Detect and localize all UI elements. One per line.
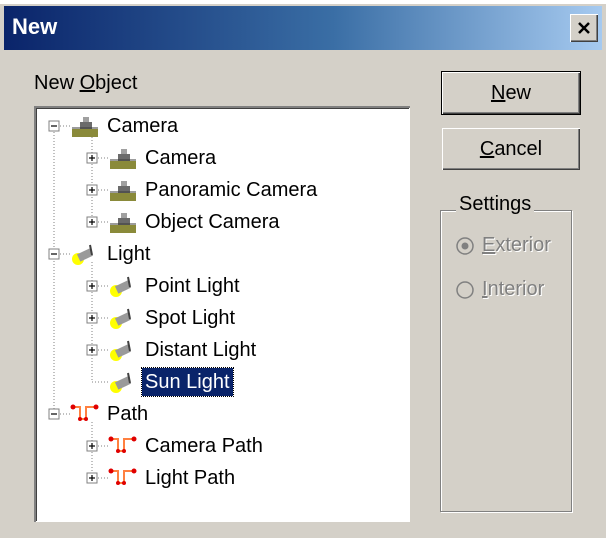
top-border (0, 0, 606, 4)
light-icon (72, 244, 94, 265)
path-icon (108, 436, 137, 453)
interior-radio[interactable]: Interior (456, 278, 544, 301)
tree-item-label: Path (107, 403, 149, 425)
title-bar[interactable]: New (4, 6, 602, 50)
tree-item[interactable]: Panoramic Camera (142, 175, 320, 205)
camera-icon (72, 117, 98, 137)
new-object-label: New Object (34, 72, 138, 94)
tree-group-item[interactable]: Path (104, 399, 151, 429)
path-icon (70, 404, 99, 421)
camera-icon (110, 181, 136, 201)
close-button[interactable] (570, 14, 598, 42)
tree-item-label: Light (107, 243, 151, 265)
tree-item-label: Object Camera (145, 211, 280, 233)
tree-item[interactable]: Point Light (142, 271, 243, 301)
new-dialog: New New Object Camera Camera Panoramic Cam… (0, 0, 606, 538)
tree-item-label: Point Light (145, 275, 240, 297)
window-title: New (12, 14, 58, 39)
tree-group-item[interactable]: Camera (104, 111, 181, 141)
tree-item-label: Distant Light (145, 339, 257, 361)
light-icon (110, 308, 132, 329)
exterior-label: Exterior (482, 234, 551, 256)
close-icon (578, 22, 590, 34)
radio-unchecked-icon (456, 280, 474, 299)
tree-item-label: Sun Light (141, 367, 234, 397)
tree-item-label: Camera Path (145, 435, 263, 457)
light-icon (110, 276, 132, 297)
tree-item-label: Panoramic Camera (145, 179, 318, 201)
camera-icon (110, 149, 136, 169)
settings-title: Settings (456, 193, 535, 216)
tree-item[interactable]: Camera Path (142, 431, 266, 461)
tree-item-label: Light Path (145, 467, 236, 489)
camera-icon (110, 213, 136, 233)
tree-item[interactable]: Camera (142, 143, 219, 173)
tree-item-label: Spot Light (145, 307, 236, 329)
exterior-radio[interactable]: Exterior (456, 234, 551, 257)
tree-item[interactable]: Light Path (142, 463, 238, 493)
interior-label: Interior (482, 278, 545, 300)
cancel-button[interactable]: Cancel (442, 128, 580, 170)
tree-item-label: Camera (145, 147, 217, 169)
object-tree[interactable]: Camera Camera Panoramic Camera Object Camer… (34, 106, 410, 522)
tree-item-label: Camera (107, 115, 179, 137)
light-icon (110, 372, 132, 393)
tree-item[interactable]: Sun Light (141, 367, 234, 397)
new-button[interactable]: New (441, 71, 581, 115)
tree-item[interactable]: Spot Light (142, 303, 238, 333)
path-icon (108, 468, 137, 485)
light-icon (110, 340, 132, 361)
radio-checked-icon (456, 236, 474, 255)
tree-group-item[interactable]: Light (104, 239, 153, 269)
tree-item[interactable]: Object Camera (142, 207, 283, 237)
tree-item[interactable]: Distant Light (142, 335, 259, 365)
